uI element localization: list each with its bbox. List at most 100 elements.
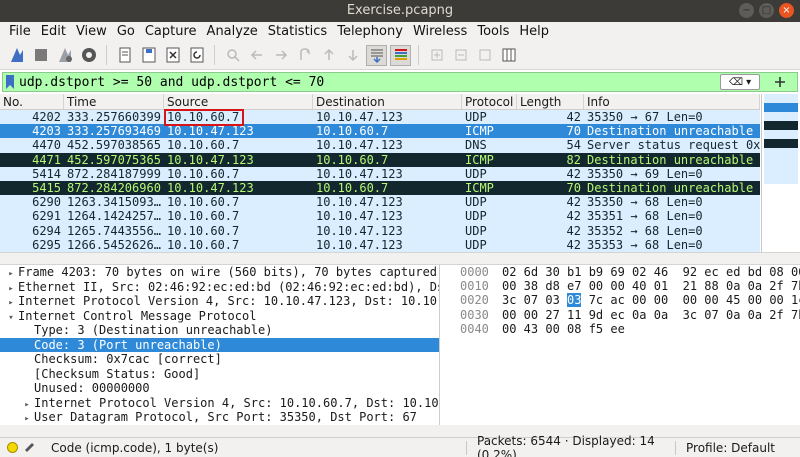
- close-file-icon[interactable]: [162, 45, 183, 66]
- detail-tree-item[interactable]: ▸ Frame 4203: 70 bytes on wire (560 bits)…: [0, 265, 439, 280]
- bytes-offset: 0000: [460, 265, 489, 279]
- expert-info-led-icon[interactable]: [7, 442, 18, 453]
- bytes-hex[interactable]: 02 6d 30 b1 b9 69 02 46 92 ec ed bd 08 0…: [502, 265, 800, 279]
- first-packet-icon[interactable]: [318, 45, 339, 66]
- start-capture-icon[interactable]: [6, 45, 27, 66]
- bytes-hex[interactable]: 7c ac 00 00 00 00 45 00 00 1c 1: [581, 293, 800, 307]
- bytes-hex[interactable]: 00 43 00 08 f5 ee: [502, 322, 625, 336]
- menu-file[interactable]: File: [4, 22, 36, 41]
- detail-tree-item[interactable]: Unused: 00000000: [0, 381, 439, 396]
- zoom-in-icon[interactable]: [426, 45, 447, 66]
- bytes-selected-hex[interactable]: 03: [567, 293, 582, 308]
- collapsed-arrow-icon[interactable]: ▸: [4, 296, 18, 309]
- detail-tree-item[interactable]: ▸ Ethernet II, Src: 02:46:92:ec:ed:bd (02…: [0, 280, 439, 295]
- column-header-time[interactable]: Time: [64, 94, 164, 109]
- normal-size-icon[interactable]: [474, 45, 495, 66]
- pane-splitter[interactable]: [0, 252, 800, 265]
- maximize-button[interactable]: □: [759, 3, 774, 18]
- minimap-row: [764, 157, 798, 166]
- filter-expression-plus-icon[interactable]: [763, 74, 797, 90]
- minimap-row: [764, 130, 798, 139]
- packet-list-minimap-scrollbar[interactable]: [761, 94, 800, 252]
- menu-go[interactable]: Go: [112, 22, 140, 41]
- go-forward-icon[interactable]: [270, 45, 291, 66]
- minimize-button[interactable]: −: [739, 3, 754, 18]
- filter-clear-dropdown-button[interactable]: ⌫ ▾: [720, 74, 760, 90]
- minimap-row: [764, 121, 798, 130]
- last-packet-icon[interactable]: [342, 45, 363, 66]
- packet-row[interactable]: 5414 872.284187999 10.10.60.7 10.10.47.123 U…: [0, 166, 760, 181]
- bytes-hex[interactable]: 00 38 d8 e7 00 00 40 01 21 88 0a 0a 2f 7…: [502, 279, 800, 293]
- detail-tree-item[interactable]: [Checksum Status: Good]: [0, 367, 439, 382]
- collapsed-arrow-icon[interactable]: ▸: [20, 412, 34, 425]
- detail-tree-item[interactable]: Code: 3 (Port unreachable): [0, 337, 439, 352]
- packet-row[interactable]: 5415 872.284206960 10.10.47.123 10.10.60.7 I…: [0, 180, 760, 196]
- menu-telephony[interactable]: Telephony: [332, 22, 408, 41]
- packet-cell-proto: UDP: [465, 209, 487, 224]
- save-file-icon[interactable]: [138, 45, 159, 66]
- packet-row[interactable]: 6295 1266.5452626… 10.10.60.7 10.10.47.123 U…: [0, 237, 760, 252]
- packet-row[interactable]: 6291 1264.1424257… 10.10.60.7 10.10.47.123 U…: [0, 209, 760, 224]
- packet-cell-dst: 10.10.60.7: [316, 152, 389, 167]
- horizontal-scrollbar[interactable]: [0, 425, 800, 437]
- menu-analyze[interactable]: Analyze: [202, 22, 263, 41]
- capture-options-icon[interactable]: [78, 45, 99, 66]
- collapsed-arrow-icon[interactable]: ▸: [20, 398, 34, 411]
- restart-capture-icon[interactable]: [54, 45, 75, 66]
- close-button[interactable]: ×: [779, 3, 794, 18]
- column-header-protocol[interactable]: Protocol: [462, 94, 517, 109]
- menu-tools[interactable]: Tools: [472, 22, 514, 41]
- column-header-length[interactable]: Length: [517, 94, 584, 109]
- detail-tree-item[interactable]: Type: 3 (Destination unreachable): [0, 323, 439, 338]
- collapsed-arrow-icon[interactable]: ▸: [4, 282, 18, 295]
- stop-capture-icon[interactable]: [30, 45, 51, 66]
- detail-tree-item[interactable]: ▸ Internet Protocol Version 4, Src: 10.10…: [0, 396, 439, 411]
- bytes-hex[interactable]: 3c 07 03: [502, 293, 567, 307]
- toolbar-separator: [214, 45, 215, 65]
- packet-row[interactable]: 4471 452.597075365 10.10.47.123 10.10.60.7 I…: [0, 152, 760, 167]
- minimap-row: [764, 148, 798, 157]
- go-back-icon[interactable]: [246, 45, 267, 66]
- autoscroll-icon[interactable]: [366, 44, 387, 66]
- bytes-line: 0040 00 43 00 08 f5 ee: [452, 322, 800, 336]
- menu-wireless[interactable]: Wireless: [408, 22, 472, 41]
- go-to-packet-icon[interactable]: [294, 45, 315, 66]
- main-toolbar: [0, 41, 800, 70]
- packet-row[interactable]: 4470 452.597038565 10.10.60.7 10.10.47.123 D…: [0, 138, 760, 153]
- display-filter-input[interactable]: udp.dstport >= 50 and udp.dstport <= 70: [17, 75, 720, 90]
- detail-tree-item[interactable]: Checksum: 0x7cac [correct]: [0, 352, 439, 367]
- expanded-arrow-icon[interactable]: ▾: [4, 311, 18, 324]
- packet-cell-no: 4470: [32, 138, 61, 153]
- find-packet-icon[interactable]: [222, 45, 243, 66]
- status-profile[interactable]: Profile: Default: [676, 441, 775, 455]
- detail-tree-item[interactable]: ▸ User Datagram Protocol, Src Port: 35350…: [0, 410, 439, 425]
- packet-row[interactable]: 6294 1265.7443556… 10.10.60.7 10.10.47.123 U…: [0, 223, 760, 238]
- zoom-out-icon[interactable]: [450, 45, 471, 66]
- menu-capture[interactable]: Capture: [140, 22, 202, 41]
- packet-row[interactable]: 4202 333.257660399 10.10.60.7 10.10.47.123 U…: [0, 110, 760, 125]
- column-header-destination[interactable]: Destination: [313, 94, 462, 109]
- detail-tree-item[interactable]: ▸ Internet Protocol Version 4, Src: 10.10…: [0, 294, 439, 309]
- packet-row[interactable]: 4203 333.257693469 10.10.47.123 10.10.60.7 I…: [0, 124, 760, 139]
- packet-list: No. Time Source Destination Protocol Len…: [0, 94, 760, 252]
- collapsed-arrow-icon[interactable]: ▸: [4, 267, 18, 280]
- reload-file-icon[interactable]: [186, 45, 207, 66]
- colorize-icon[interactable]: [390, 44, 411, 66]
- column-header-info[interactable]: Info: [584, 94, 760, 109]
- detail-tree-text: Type: 3 (Destination unreachable): [34, 323, 273, 337]
- column-header-no[interactable]: No.: [0, 94, 64, 109]
- open-file-icon[interactable]: [114, 45, 135, 66]
- bytes-hex[interactable]: 00 00 27 11 9d ec 0a 0a 3c 07 0a 0a 2f 7…: [502, 308, 800, 322]
- menu-view[interactable]: View: [71, 22, 112, 41]
- menu-edit[interactable]: Edit: [36, 22, 71, 41]
- filter-bookmark-icon[interactable]: [3, 73, 17, 91]
- menu-help[interactable]: Help: [514, 22, 554, 41]
- packet-row[interactable]: 6290 1263.3415093… 10.10.60.7 10.10.47.123 U…: [0, 195, 760, 210]
- packet-cell-dst: 10.10.47.123: [316, 138, 403, 153]
- edit-comment-icon[interactable]: [23, 440, 37, 455]
- packet-cell-dst: 10.10.60.7: [316, 124, 389, 139]
- resize-columns-icon[interactable]: [498, 45, 519, 66]
- menu-statistics[interactable]: Statistics: [263, 22, 332, 41]
- column-header-source[interactable]: Source: [164, 94, 313, 109]
- detail-tree-item[interactable]: ▾ Internet Control Message Protocol: [0, 309, 439, 324]
